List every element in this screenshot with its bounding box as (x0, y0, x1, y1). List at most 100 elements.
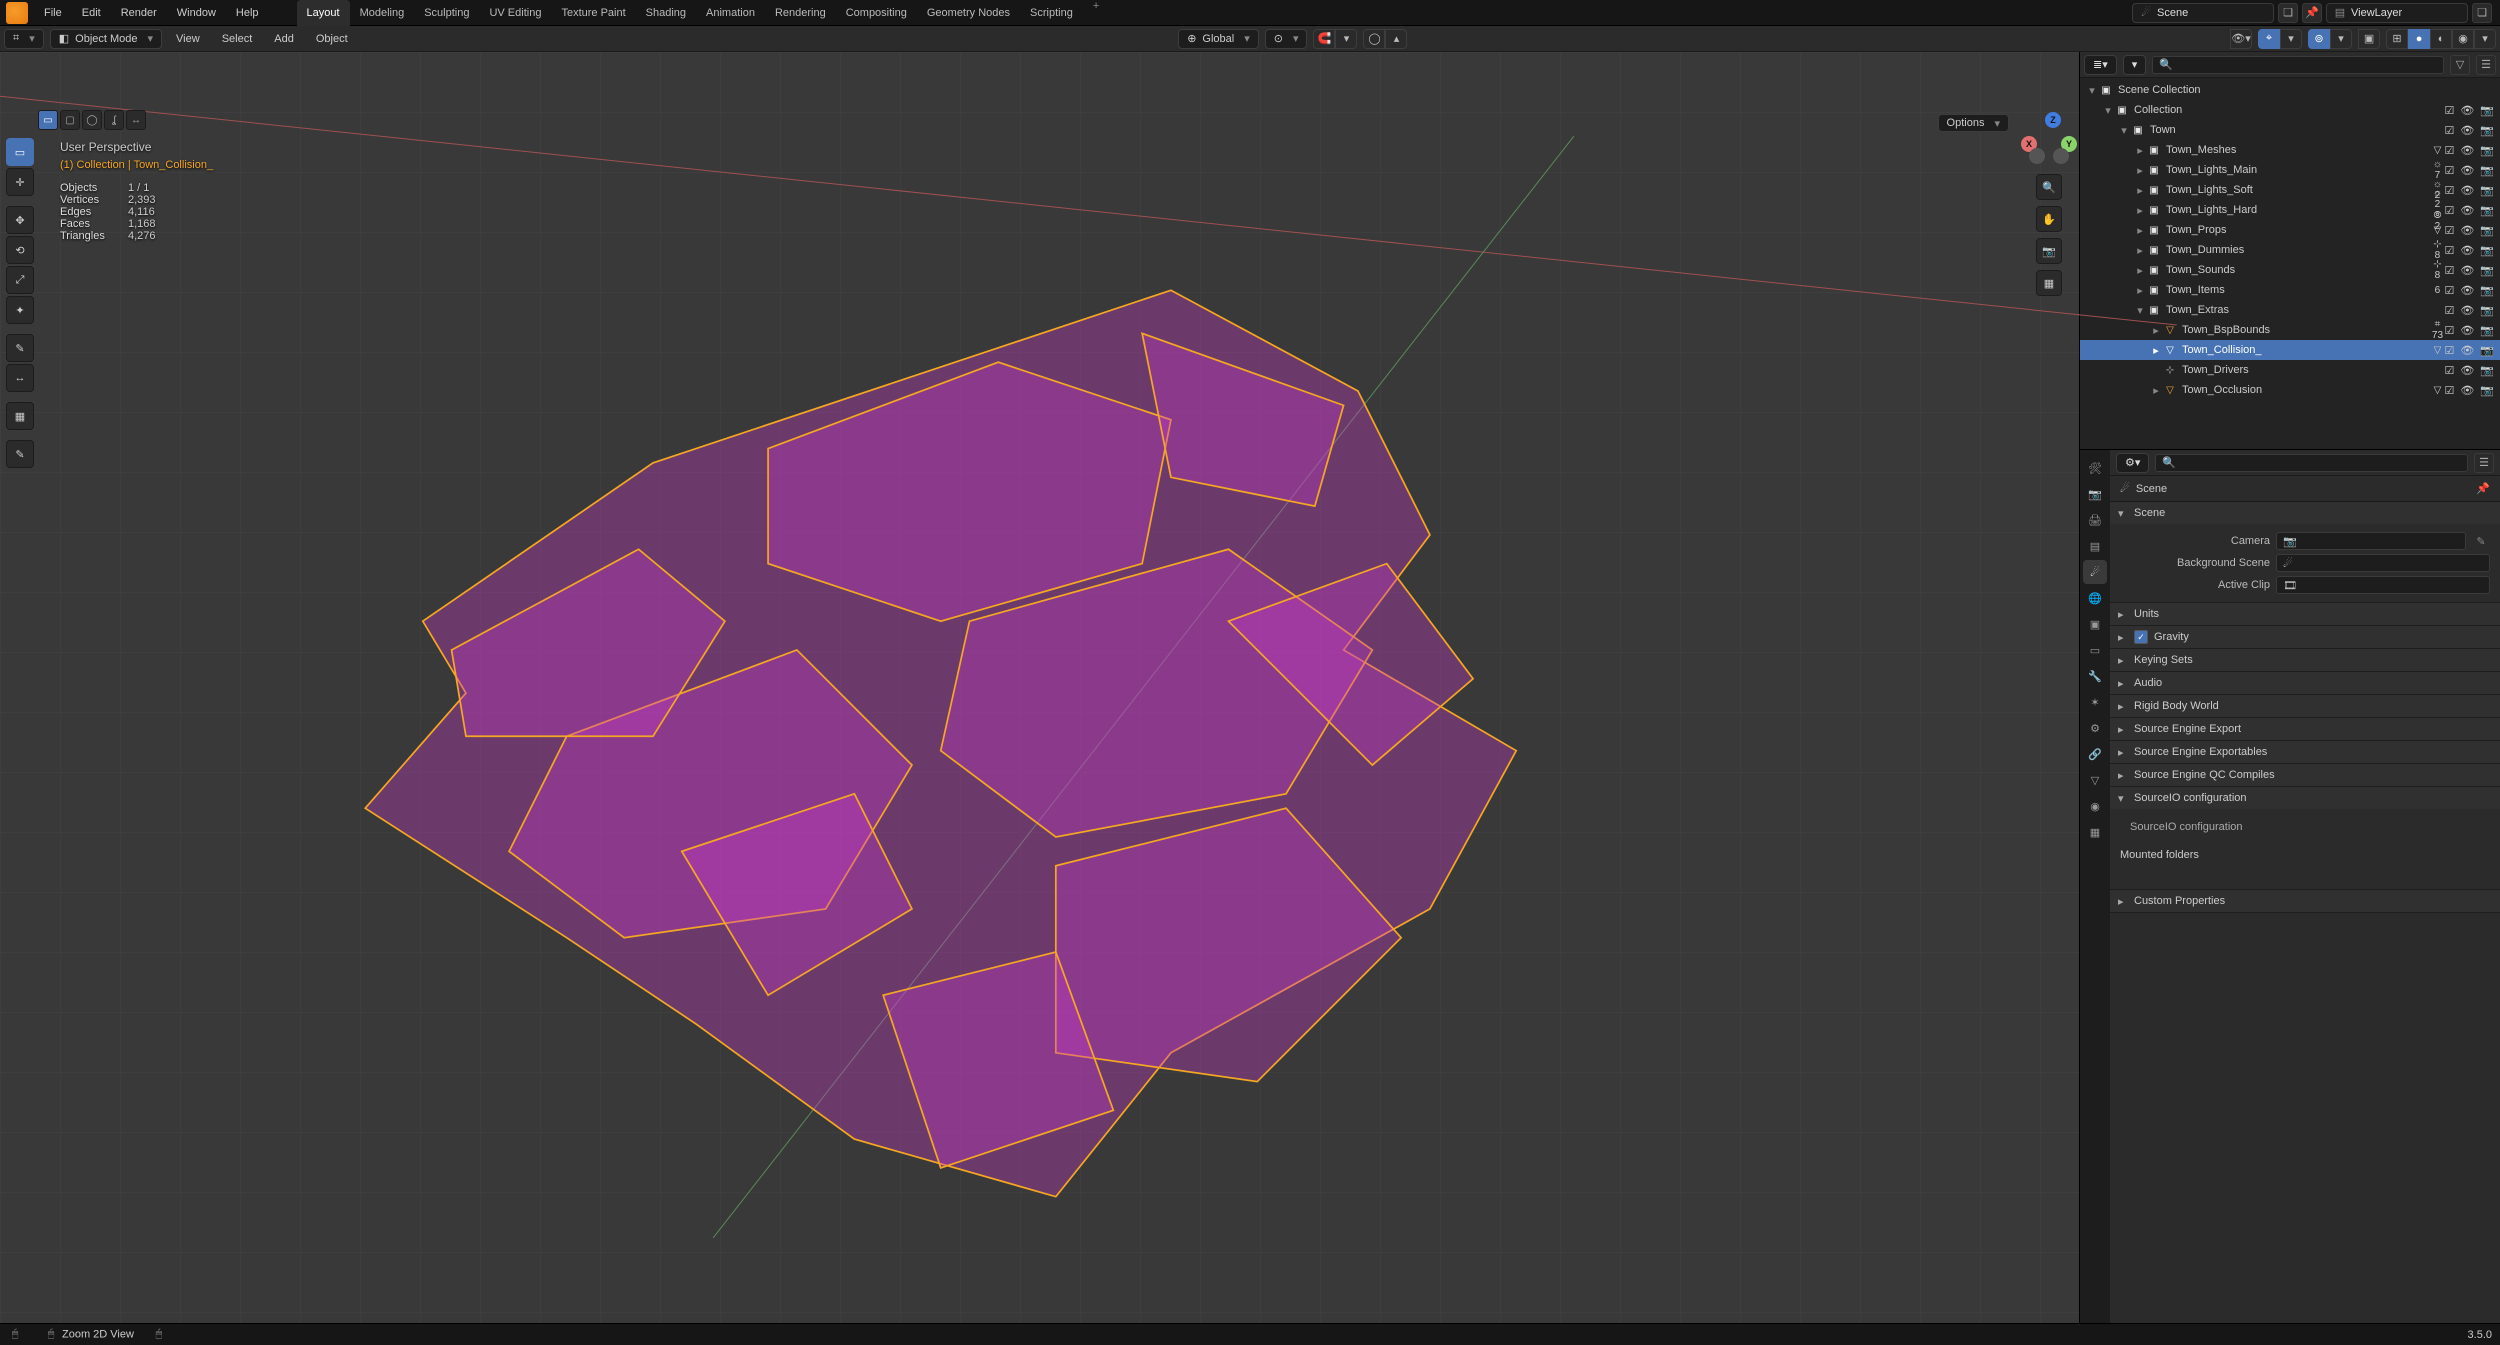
panel-source-exportables-header[interactable]: ▸Source Engine Exportables (2110, 741, 2500, 763)
tool-rotate[interactable]: ⟲ (6, 236, 34, 264)
tool-transform[interactable]: ✦ (6, 296, 34, 324)
visibility-dropdown[interactable]: 👁▾ (2230, 29, 2252, 49)
prop-tab-output[interactable]: 🖨 (2083, 508, 2107, 532)
properties-options[interactable]: ☰ (2474, 453, 2494, 473)
prop-tab-render[interactable]: 📷 (2083, 482, 2107, 506)
tab-shading[interactable]: Shading (636, 0, 696, 26)
scene-name-input[interactable] (2157, 7, 2267, 19)
viewport-options-dropdown[interactable]: Options▾ (1938, 114, 2009, 132)
gravity-checkbox[interactable]: ✓ (2134, 630, 2148, 644)
menu-window[interactable]: Window (167, 0, 226, 26)
shading-dropdown[interactable]: ▾ (2474, 29, 2496, 49)
tool-scale[interactable]: ⤢ (6, 266, 34, 294)
tool-move[interactable]: ✥ (6, 206, 34, 234)
tab-scripting[interactable]: Scripting (1020, 0, 1083, 26)
menu-view[interactable]: View (168, 33, 208, 45)
prop-tab-scene[interactable]: ☄ (2083, 560, 2107, 584)
outliner-search[interactable] (2152, 56, 2444, 74)
gizmo-dropdown[interactable]: ▾ (2280, 29, 2302, 49)
prop-tab-texture[interactable]: ▦ (2083, 820, 2107, 844)
nav-perspective-button[interactable]: ▦ (2036, 270, 2062, 296)
tool-annotate[interactable]: ✎ (6, 334, 34, 362)
panel-sourceio-header[interactable]: ▾SourceIO configuration (2110, 787, 2500, 809)
menu-add[interactable]: Add (266, 33, 302, 45)
eyedropper-icon[interactable]: ✎ (2472, 532, 2490, 550)
xray-toggle[interactable]: ▣ (2358, 29, 2380, 49)
3d-viewport[interactable]: ▭ ▢ ◯ ʆ ↔ ▭ ✛ ✥ ⟲ ⤢ ✦ ✎ ↔ ▦ ✎ User Persp… (0, 52, 2080, 1323)
menu-object[interactable]: Object (308, 33, 356, 45)
menu-select[interactable]: Select (214, 33, 261, 45)
outliner-row[interactable]: ▸▣Town_Meshes▽☑👁📷 (2080, 140, 2500, 160)
outliner-new-collection[interactable]: ☰ (2476, 55, 2496, 75)
select-mode-tweak[interactable]: ▭ (38, 110, 58, 130)
outliner-row[interactable]: ▾▣Town_Extras☑👁📷 (2080, 300, 2500, 320)
menu-file[interactable]: File (34, 0, 72, 26)
tool-select-box[interactable]: ▭ (6, 138, 34, 166)
prop-tab-world[interactable]: 🌐 (2083, 586, 2107, 610)
scene-pin-button[interactable]: 📌 (2302, 3, 2322, 23)
mode-dropdown[interactable]: ◧Object Mode▾ (50, 29, 162, 49)
panel-source-qc-header[interactable]: ▸Source Engine QC Compiles (2110, 764, 2500, 786)
panel-custom-props-header[interactable]: ▸Custom Properties (2110, 890, 2500, 912)
tab-animation[interactable]: Animation (696, 0, 765, 26)
outliner-row[interactable]: ▸▽Town_BspBounds⌗ 73☑👁📷 (2080, 320, 2500, 340)
nav-camera-button[interactable]: 📷 (2036, 238, 2062, 264)
select-mode-box[interactable]: ▢ (60, 110, 80, 130)
select-mode-lasso[interactable]: ʆ (104, 110, 124, 130)
proportional-toggle[interactable]: ◯ (1363, 29, 1385, 49)
panel-scene-header[interactable]: ▾Scene (2110, 502, 2500, 524)
active-clip-field[interactable]: 🎞 (2276, 576, 2490, 594)
viewlayer-new-button[interactable]: ❏ (2472, 3, 2492, 23)
prop-tab-viewlayer[interactable]: ▤ (2083, 534, 2107, 558)
snap-type-dropdown[interactable]: ▾ (1335, 29, 1357, 49)
snap-toggle[interactable]: 🧲 (1313, 29, 1335, 49)
prop-tab-data[interactable]: ▽ (2083, 768, 2107, 792)
tool-measure[interactable]: ↔ (6, 364, 34, 392)
tab-compositing[interactable]: Compositing (836, 0, 917, 26)
mounted-folders-list[interactable] (2120, 865, 2490, 883)
shading-wireframe[interactable]: ⊞ (2386, 29, 2408, 49)
outliner-row[interactable]: ▸▣Town_Lights_Hard☼ 2 ⦾ 2☑👁📷 (2080, 200, 2500, 220)
shading-material[interactable]: ◐ (2430, 29, 2452, 49)
pivot-dropdown[interactable]: ⊙▾ (1265, 29, 1308, 49)
panel-keying-header[interactable]: ▸Keying Sets (2110, 649, 2500, 671)
tab-modeling[interactable]: Modeling (350, 0, 415, 26)
prop-tab-constraints[interactable]: 🔗 (2083, 742, 2107, 766)
tab-texture-paint[interactable]: Texture Paint (551, 0, 635, 26)
blender-logo-icon[interactable] (6, 2, 28, 24)
outliner-row[interactable]: ⊹Town_Drivers☑👁📷 (2080, 360, 2500, 380)
overlay-dropdown[interactable]: ▾ (2330, 29, 2352, 49)
properties-editor-dropdown[interactable]: ⚙▾ (2116, 453, 2149, 473)
outliner-row[interactable]: ▸▽Town_Occlusion▽☑👁📷 (2080, 380, 2500, 400)
orientation-gizmo[interactable]: Z X Y (2021, 112, 2077, 168)
outliner-row[interactable]: ▾▣Town☑👁📷 (2080, 120, 2500, 140)
scene-new-button[interactable]: ❏ (2278, 3, 2298, 23)
editor-type-dropdown[interactable]: ⌗▾ (4, 29, 44, 49)
overlay-toggle[interactable]: ⊚ (2308, 29, 2330, 49)
panel-audio-header[interactable]: ▸Audio (2110, 672, 2500, 694)
tab-geometry-nodes[interactable]: Geometry Nodes (917, 0, 1020, 26)
properties-search[interactable] (2155, 454, 2468, 472)
shading-rendered[interactable]: ◉ (2452, 29, 2474, 49)
outliner-filter-button[interactable]: ▽ (2450, 55, 2470, 75)
tool-extra[interactable]: ✎ (6, 440, 34, 468)
menu-help[interactable]: Help (226, 0, 269, 26)
prop-tab-tool[interactable]: 🛠 (2083, 456, 2107, 480)
add-workspace-button[interactable]: + (1083, 0, 1109, 26)
outliner-display-mode[interactable]: ▾ (2123, 55, 2147, 75)
prop-tab-modifiers[interactable]: 🔧 (2083, 664, 2107, 688)
outliner-row[interactable]: ▸▣Town_Items6☑👁📷 (2080, 280, 2500, 300)
tab-rendering[interactable]: Rendering (765, 0, 836, 26)
panel-rigidbody-header[interactable]: ▸Rigid Body World (2110, 695, 2500, 717)
panel-source-export-header[interactable]: ▸Source Engine Export (2110, 718, 2500, 740)
tool-add-cube[interactable]: ▦ (6, 402, 34, 430)
proportional-type[interactable]: ▴ (1385, 29, 1407, 49)
tool-cursor[interactable]: ✛ (6, 168, 34, 196)
outliner-editor-dropdown[interactable]: ≣▾ (2084, 55, 2117, 75)
panel-units-header[interactable]: ▸Units (2110, 603, 2500, 625)
nav-pan-button[interactable]: ✋ (2036, 206, 2062, 232)
camera-field[interactable]: 📷 (2276, 532, 2466, 550)
scene-selector[interactable]: ☄ (2132, 3, 2274, 23)
viewlayer-selector[interactable]: ▤ (2326, 3, 2468, 23)
select-mode-circle[interactable]: ◯ (82, 110, 102, 130)
